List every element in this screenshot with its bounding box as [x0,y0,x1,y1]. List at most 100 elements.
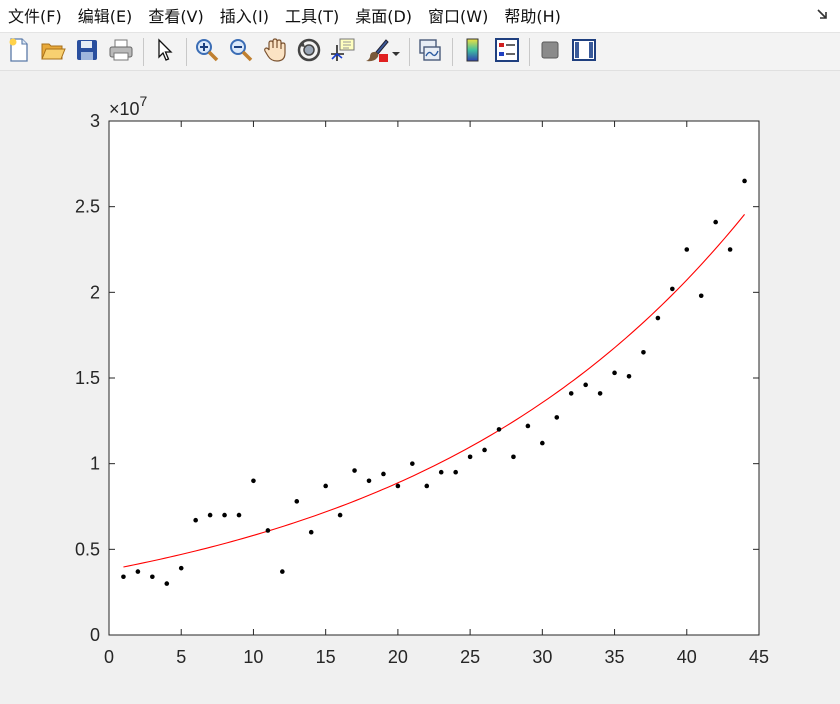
data-cursor-button[interactable] [328,37,358,67]
menu-tools[interactable]: 工具(T) [277,0,347,33]
toolbar-separator [452,37,453,66]
x-tick-label: 5 [176,647,186,667]
zoom-in-button[interactable] [192,37,222,67]
colorbar-icon [463,37,483,67]
pan-hand-icon [262,37,288,67]
data-point [337,512,343,518]
x-tick-label: 0 [104,647,114,667]
x-tick-label: 15 [316,647,336,667]
link-plot-button[interactable] [415,37,445,67]
data-point [482,447,487,453]
menu-insert[interactable]: 插入(I) [212,0,277,33]
data-point [713,219,718,225]
data-point [193,517,198,523]
insert-legend-button[interactable] [492,37,522,67]
data-point [626,373,632,379]
data-point [265,528,271,533]
x-tick-label: 35 [605,647,625,667]
data-point [597,391,603,396]
dock-arrow-icon[interactable] [814,6,830,22]
data-point [698,293,704,299]
zoom-in-icon [194,37,220,67]
data-point [670,286,675,292]
print-button[interactable] [106,37,136,67]
toolbar-separator [529,37,530,66]
link-plot-icon [417,37,443,67]
x-tick-label: 45 [749,647,769,667]
menu-file[interactable]: 文件(F) [0,0,70,33]
data-point [280,569,285,574]
pointer-icon [154,37,174,66]
data-point [323,483,328,489]
toolbar-separator [409,37,410,66]
y-tick-label: 0.5 [75,539,100,559]
scatter-plot: 0 5 10 15 20 25 30 35 40 45 0 0.5 1 1.5 2 2.5 3 ×107 [75,93,769,667]
data-point [438,469,444,475]
y-tick-label: 2 [90,282,100,302]
open-folder-icon [40,38,66,66]
x-tick-label: 40 [677,647,697,667]
data-point [525,423,531,429]
data-point [467,454,473,460]
data-point [453,469,458,475]
brush-button[interactable] [362,37,392,67]
data-point [135,569,141,574]
hide-plot-tools-button[interactable] [535,37,565,67]
edit-plot-button[interactable] [149,37,179,67]
data-point [178,565,184,571]
data-point [655,315,661,321]
data-point [251,478,256,484]
y-tick-label: 3 [90,111,100,131]
menu-edit[interactable]: 编辑(E) [70,0,141,33]
menu-view[interactable]: 查看(V) [140,0,211,33]
data-point [164,581,170,586]
data-point [742,178,747,184]
toolbar-separator [186,37,187,66]
data-point [294,499,300,504]
menu-bar: 文件(F) 编辑(E) 查看(V) 插入(I) 工具(T) 桌面(D) 窗口(W… [0,0,840,33]
brush-dropdown[interactable] [392,37,400,67]
toolbar [0,33,840,71]
data-point [381,471,386,477]
y-tick-label: 2.5 [75,197,100,217]
hide-plot-tools-icon [539,39,561,65]
show-plot-tools-icon [571,38,597,66]
y-exponent-label: ×107 [109,93,148,119]
save-button[interactable] [72,37,102,67]
data-point [410,461,415,466]
data-point [641,350,646,355]
y-tick-label: 0 [90,625,100,645]
show-plot-tools-button[interactable] [569,37,599,67]
data-point [612,370,617,376]
data-point [308,529,314,535]
data-point [222,512,227,518]
zoom-out-button[interactable] [226,37,256,67]
rotate-button[interactable] [294,37,324,67]
menu-desktop[interactable]: 桌面(D) [347,0,420,33]
data-point [207,512,213,518]
zoom-out-icon [228,37,254,67]
y-tick-label: 1 [90,454,100,474]
data-point [554,415,560,420]
rotate-3d-icon [296,37,322,67]
data-point [121,574,126,580]
pan-button[interactable] [260,37,290,67]
print-icon [108,38,134,66]
insert-colorbar-button[interactable] [458,37,488,67]
data-point [236,512,242,518]
x-tick-label: 30 [532,647,552,667]
data-point [150,574,155,580]
data-point [511,454,516,460]
open-button[interactable] [38,37,68,67]
brush-icon [364,37,390,67]
x-tick-label: 20 [388,647,408,667]
data-point [540,440,545,446]
x-tick-label: 10 [243,647,263,667]
x-tick-label: 25 [460,647,480,667]
plot-area [109,121,759,635]
menu-help[interactable]: 帮助(H) [496,0,569,33]
new-file-button[interactable] [4,37,34,67]
menu-window[interactable]: 窗口(W) [420,0,496,33]
toolbar-separator [143,37,144,66]
save-icon [75,38,99,66]
